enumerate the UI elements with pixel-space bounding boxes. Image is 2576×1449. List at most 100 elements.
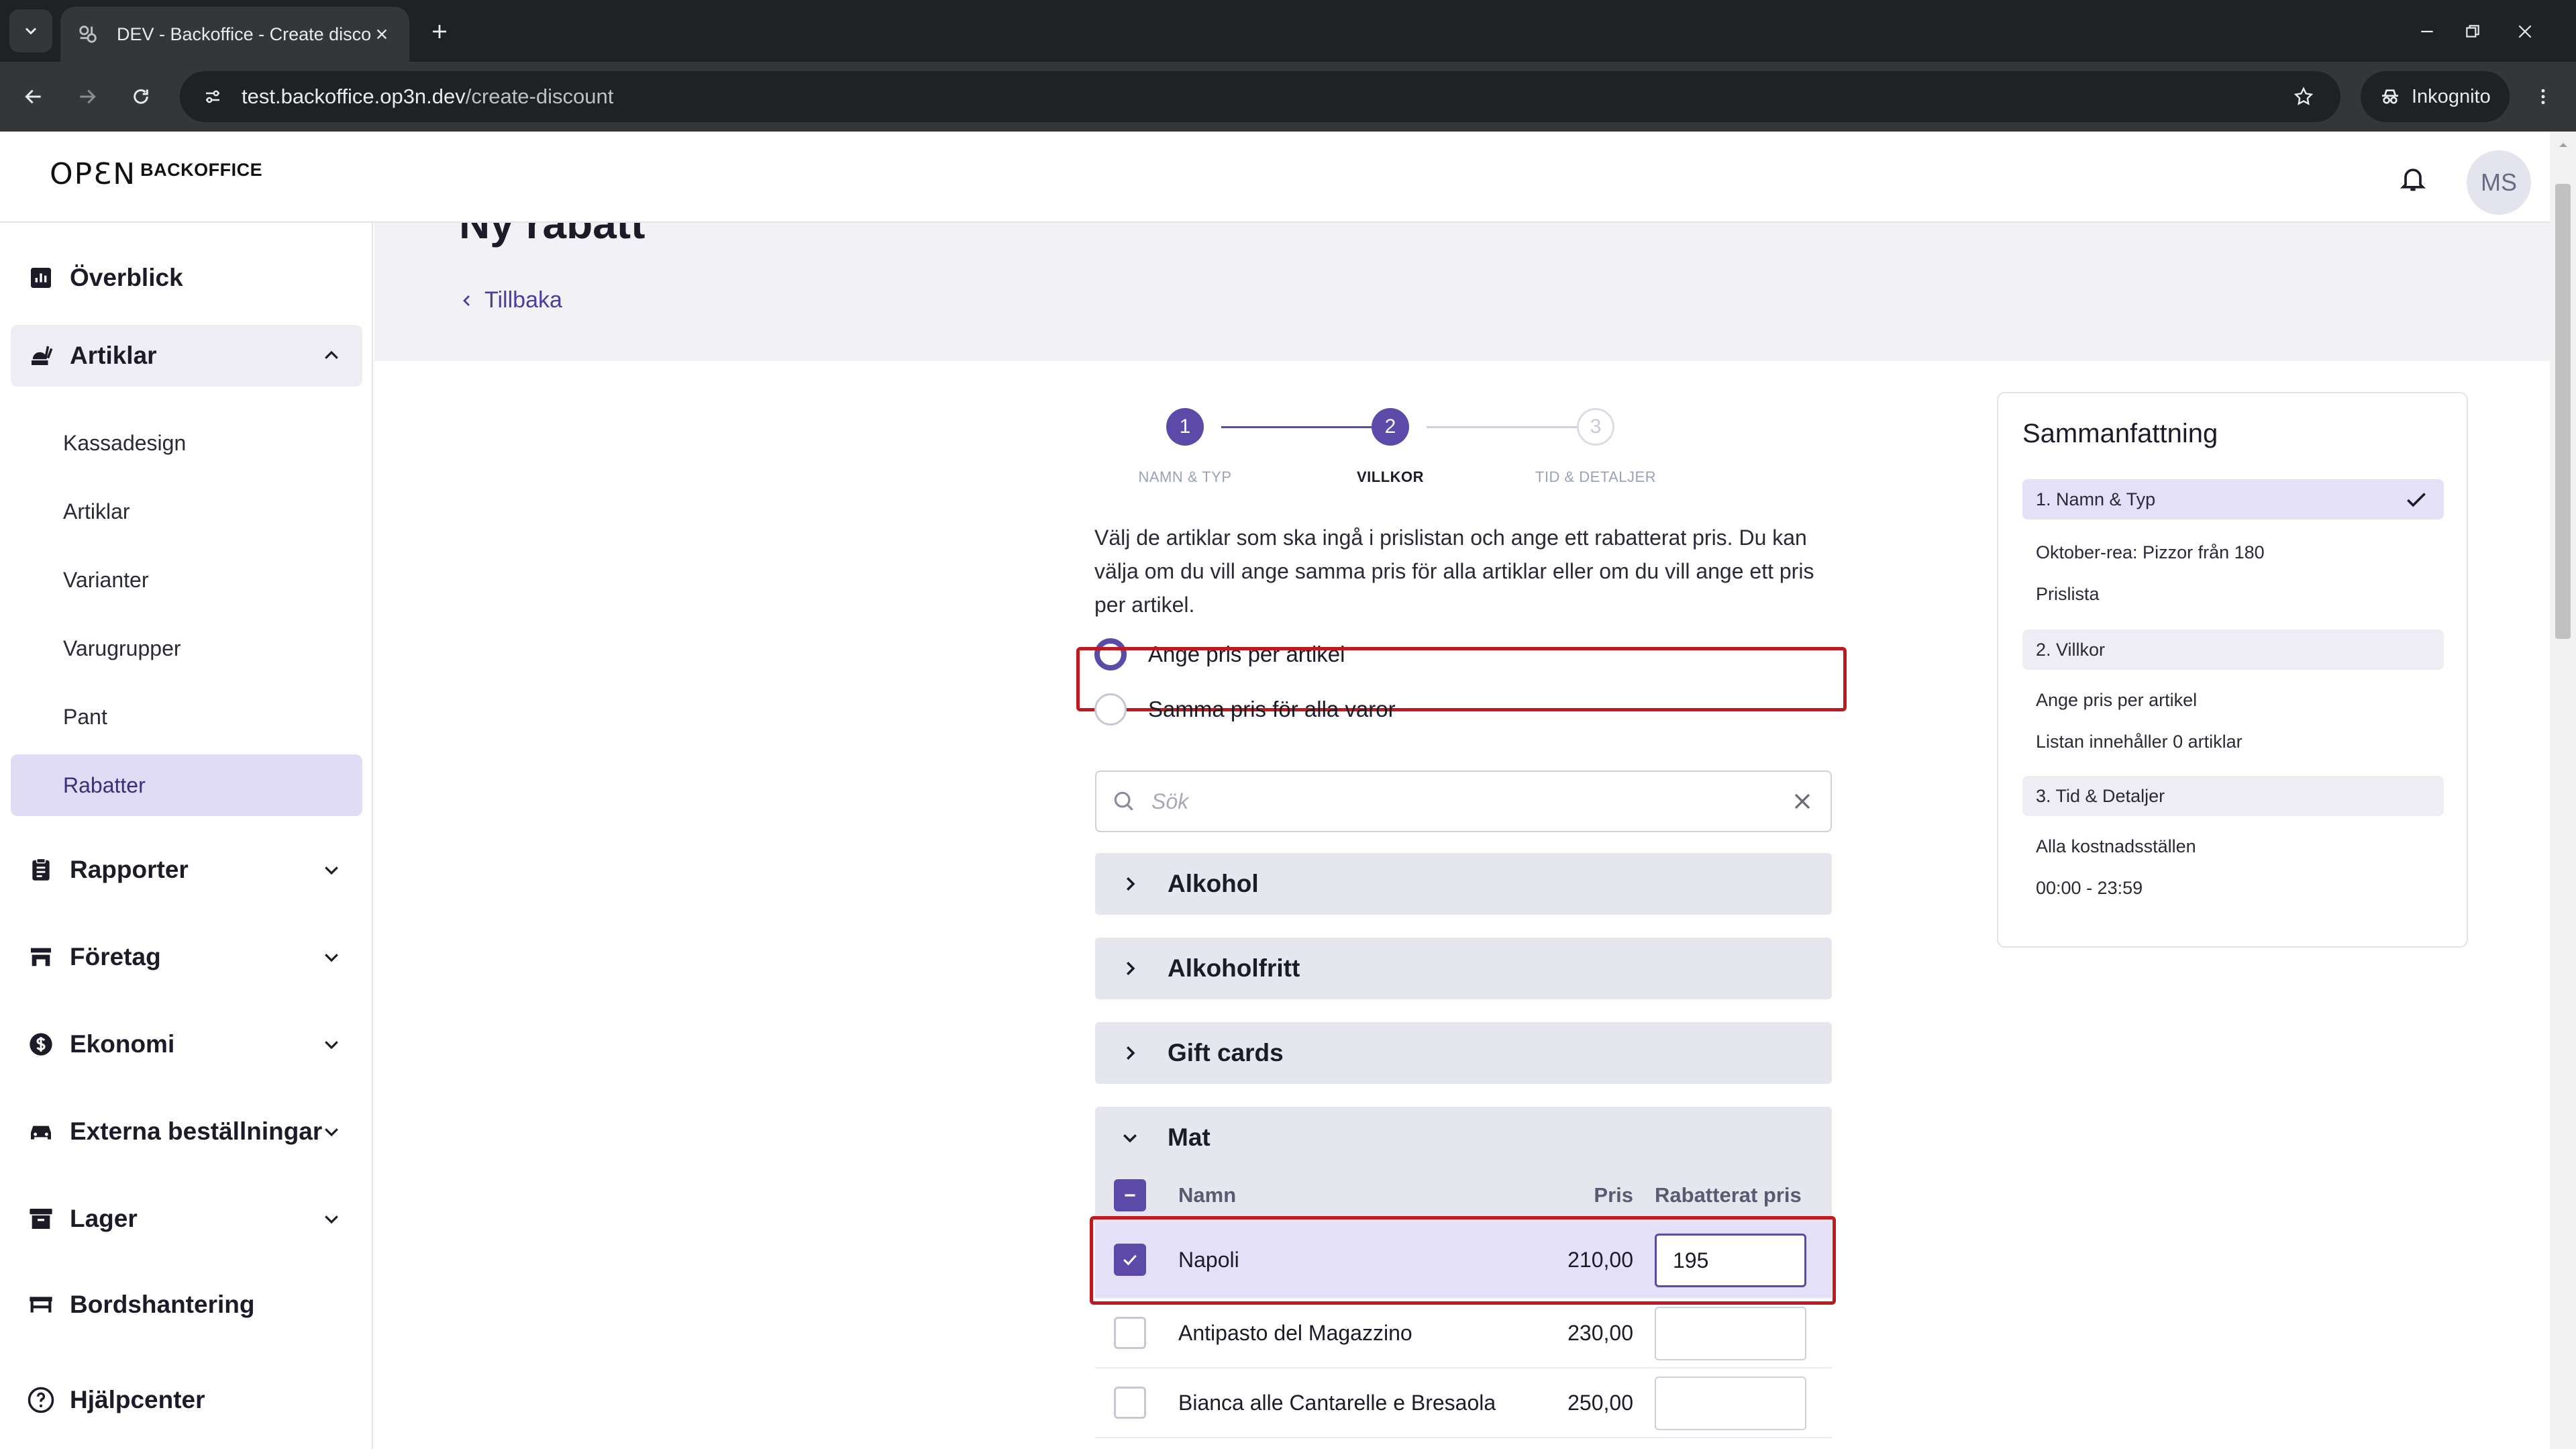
chevron-down-icon (317, 1204, 346, 1234)
back-link[interactable]: Tillbaka (459, 287, 562, 313)
browser-tab[interactable]: DEV - Backoffice - Create disco (60, 7, 409, 62)
tab-search-button[interactable] (9, 9, 52, 52)
category-alkohol[interactable]: Alkohol (1095, 853, 1832, 915)
sidebar-item-ekonomi[interactable]: Ekonomi (11, 1013, 362, 1075)
chevron-right-icon (1115, 1038, 1145, 1068)
step-connector (1221, 426, 1382, 428)
discount-price-input[interactable] (1655, 1234, 1806, 1287)
radio-label: Samma pris för alla varor (1148, 697, 1396, 721)
dollar-icon (25, 1029, 56, 1060)
step-1-label: NAMN & TYP (1138, 468, 1232, 485)
search-input[interactable] (1151, 789, 1755, 814)
row-checkbox[interactable] (1114, 1387, 1146, 1419)
close-tab-icon[interactable] (372, 24, 392, 44)
category-gift-cards[interactable]: Gift cards (1095, 1022, 1832, 1084)
chevron-down-icon (317, 1117, 346, 1146)
radio-button[interactable] (1094, 693, 1127, 726)
sidebar-item-label: Externa beställningar (70, 1117, 323, 1145)
sidebar-item-artiklar[interactable]: Artiklar (11, 325, 362, 387)
sidebar-item-lager[interactable]: Lager (11, 1188, 362, 1250)
back-button[interactable] (15, 78, 52, 115)
logo-text: BACKOFFICE (140, 160, 263, 180)
incognito-badge[interactable]: Inkognito (2361, 71, 2510, 122)
category-name: Mat (1168, 1123, 1210, 1151)
table-header: Namn Pris Rabatterat pris (1095, 1168, 1832, 1222)
table-row[interactable]: Napoli 210,00 (1095, 1222, 1832, 1299)
scroll-up-arrow-icon[interactable] (2550, 132, 2576, 158)
summary-section-villkor[interactable]: 2. Villkor (2022, 630, 2444, 670)
chevron-down-icon (317, 855, 346, 885)
page-scrollbar[interactable] (2550, 132, 2576, 1449)
food-icon (25, 340, 56, 371)
restore-button[interactable] (2456, 15, 2489, 48)
address-bar[interactable]: test.backoffice.op3n.dev/create-discount (180, 71, 2340, 122)
search-field[interactable] (1095, 770, 1832, 832)
site-info-icon[interactable] (196, 80, 229, 113)
summary-section-tid-detaljer[interactable]: 3. Tid & Detaljer (2022, 776, 2444, 816)
chevron-down-icon (317, 1030, 346, 1059)
sidebar-item-rapporter[interactable]: Rapporter (11, 839, 362, 901)
category-alkoholfritt[interactable]: Alkoholfritt (1095, 938, 1832, 999)
sidebar-item-externa-bestallningar[interactable]: Externa beställningar (11, 1101, 362, 1162)
row-checkbox[interactable] (1114, 1244, 1146, 1276)
sidebar-item-hjalpcenter[interactable]: Hjälpcenter (11, 1369, 362, 1431)
clear-search-icon[interactable] (1789, 788, 1816, 815)
logo[interactable]: OPƐN BACKOFFICE (50, 157, 262, 191)
radio-option-same-price[interactable]: Samma pris för alla varor (1094, 689, 1396, 730)
item-price: 250,00 (1567, 1390, 1633, 1415)
table-row[interactable]: Bianca alle Cantarelle e Bresaola 250,00 (1095, 1368, 1832, 1438)
sidebar-subitem-artiklar[interactable]: Artiklar (11, 481, 362, 542)
sidebar-subitem-varianter[interactable]: Varianter (11, 549, 362, 611)
stepper: 1 2 3 NAMN & TYP VILLKOR TID & DETALJER (1138, 408, 1743, 489)
column-header-name: Namn (1178, 1183, 1237, 1207)
sidebar-item-label: Artiklar (70, 342, 157, 369)
sidebar-item-label: Företag (70, 943, 161, 970)
radio-button[interactable] (1094, 638, 1127, 670)
table-row[interactable]: Antipasto del Magazzino 230,00 (1095, 1299, 1832, 1368)
arrow-left-icon (25, 89, 41, 104)
sidebar-subitem-rabatter[interactable]: Rabatter (11, 754, 362, 816)
sidebar-subitem-pant[interactable]: Pant (11, 686, 362, 748)
sidebar: Överblick Artiklar Kassadesign Artiklar … (0, 223, 373, 1449)
restore-icon (2466, 25, 2479, 38)
summary-section-namn-typ[interactable]: 1. Namn & Typ (2022, 479, 2444, 519)
sidebar-item-foretag[interactable]: Företag (11, 926, 362, 988)
discount-price-input[interactable] (1655, 1307, 1806, 1360)
reload-button[interactable] (122, 78, 160, 115)
table-icon (25, 1289, 56, 1320)
close-window-button[interactable] (2508, 15, 2542, 48)
chevron-right-icon (1115, 869, 1145, 899)
chevron-up-icon (317, 341, 346, 370)
select-all-checkbox[interactable] (1114, 1179, 1146, 1211)
incognito-label: Inkognito (2412, 85, 2491, 107)
summary-section-heading: 2. Villkor (2036, 639, 2106, 660)
category-mat[interactable]: Mat (1095, 1107, 1832, 1168)
browser-menu-button[interactable] (2524, 78, 2562, 115)
notification-bell-icon[interactable] (2394, 160, 2432, 197)
forward-button[interactable] (68, 78, 106, 115)
sidebar-item-overblick[interactable]: Överblick (11, 247, 362, 309)
row-checkbox[interactable] (1114, 1317, 1146, 1349)
item-name: Antipasto del Magazzino (1178, 1320, 1412, 1345)
sidebar-subitem-kassadesign[interactable]: Kassadesign (11, 412, 362, 474)
item-name: Napoli (1178, 1247, 1239, 1272)
help-icon (25, 1385, 56, 1415)
avatar[interactable]: MS (2467, 150, 2531, 215)
checkmark-icon (2404, 487, 2429, 513)
discount-price-input[interactable] (1655, 1377, 1806, 1430)
sidebar-item-label: Hjälpcenter (70, 1386, 205, 1413)
minimize-button[interactable] (2410, 15, 2444, 48)
back-link-label: Tillbaka (484, 287, 562, 313)
new-tab-button[interactable] (423, 15, 456, 48)
item-price: 230,00 (1567, 1320, 1633, 1345)
sidebar-item-label: Ekonomi (70, 1030, 175, 1058)
column-header-discount: Rabatterat pris (1655, 1183, 1802, 1207)
sidebar-subitem-varugrupper[interactable]: Varugrupper (11, 617, 362, 679)
archive-icon (25, 1203, 56, 1234)
bookmark-star-icon[interactable] (2287, 80, 2320, 113)
sidebar-item-bordshantering[interactable]: Bordshantering (11, 1274, 362, 1336)
sidebar-item-label: Bordshantering (70, 1291, 255, 1318)
minus-icon (1125, 1194, 1135, 1197)
scrollbar-thumb[interactable] (2555, 184, 2571, 639)
radio-option-per-article[interactable]: Ange pris per artikel (1094, 634, 1345, 675)
